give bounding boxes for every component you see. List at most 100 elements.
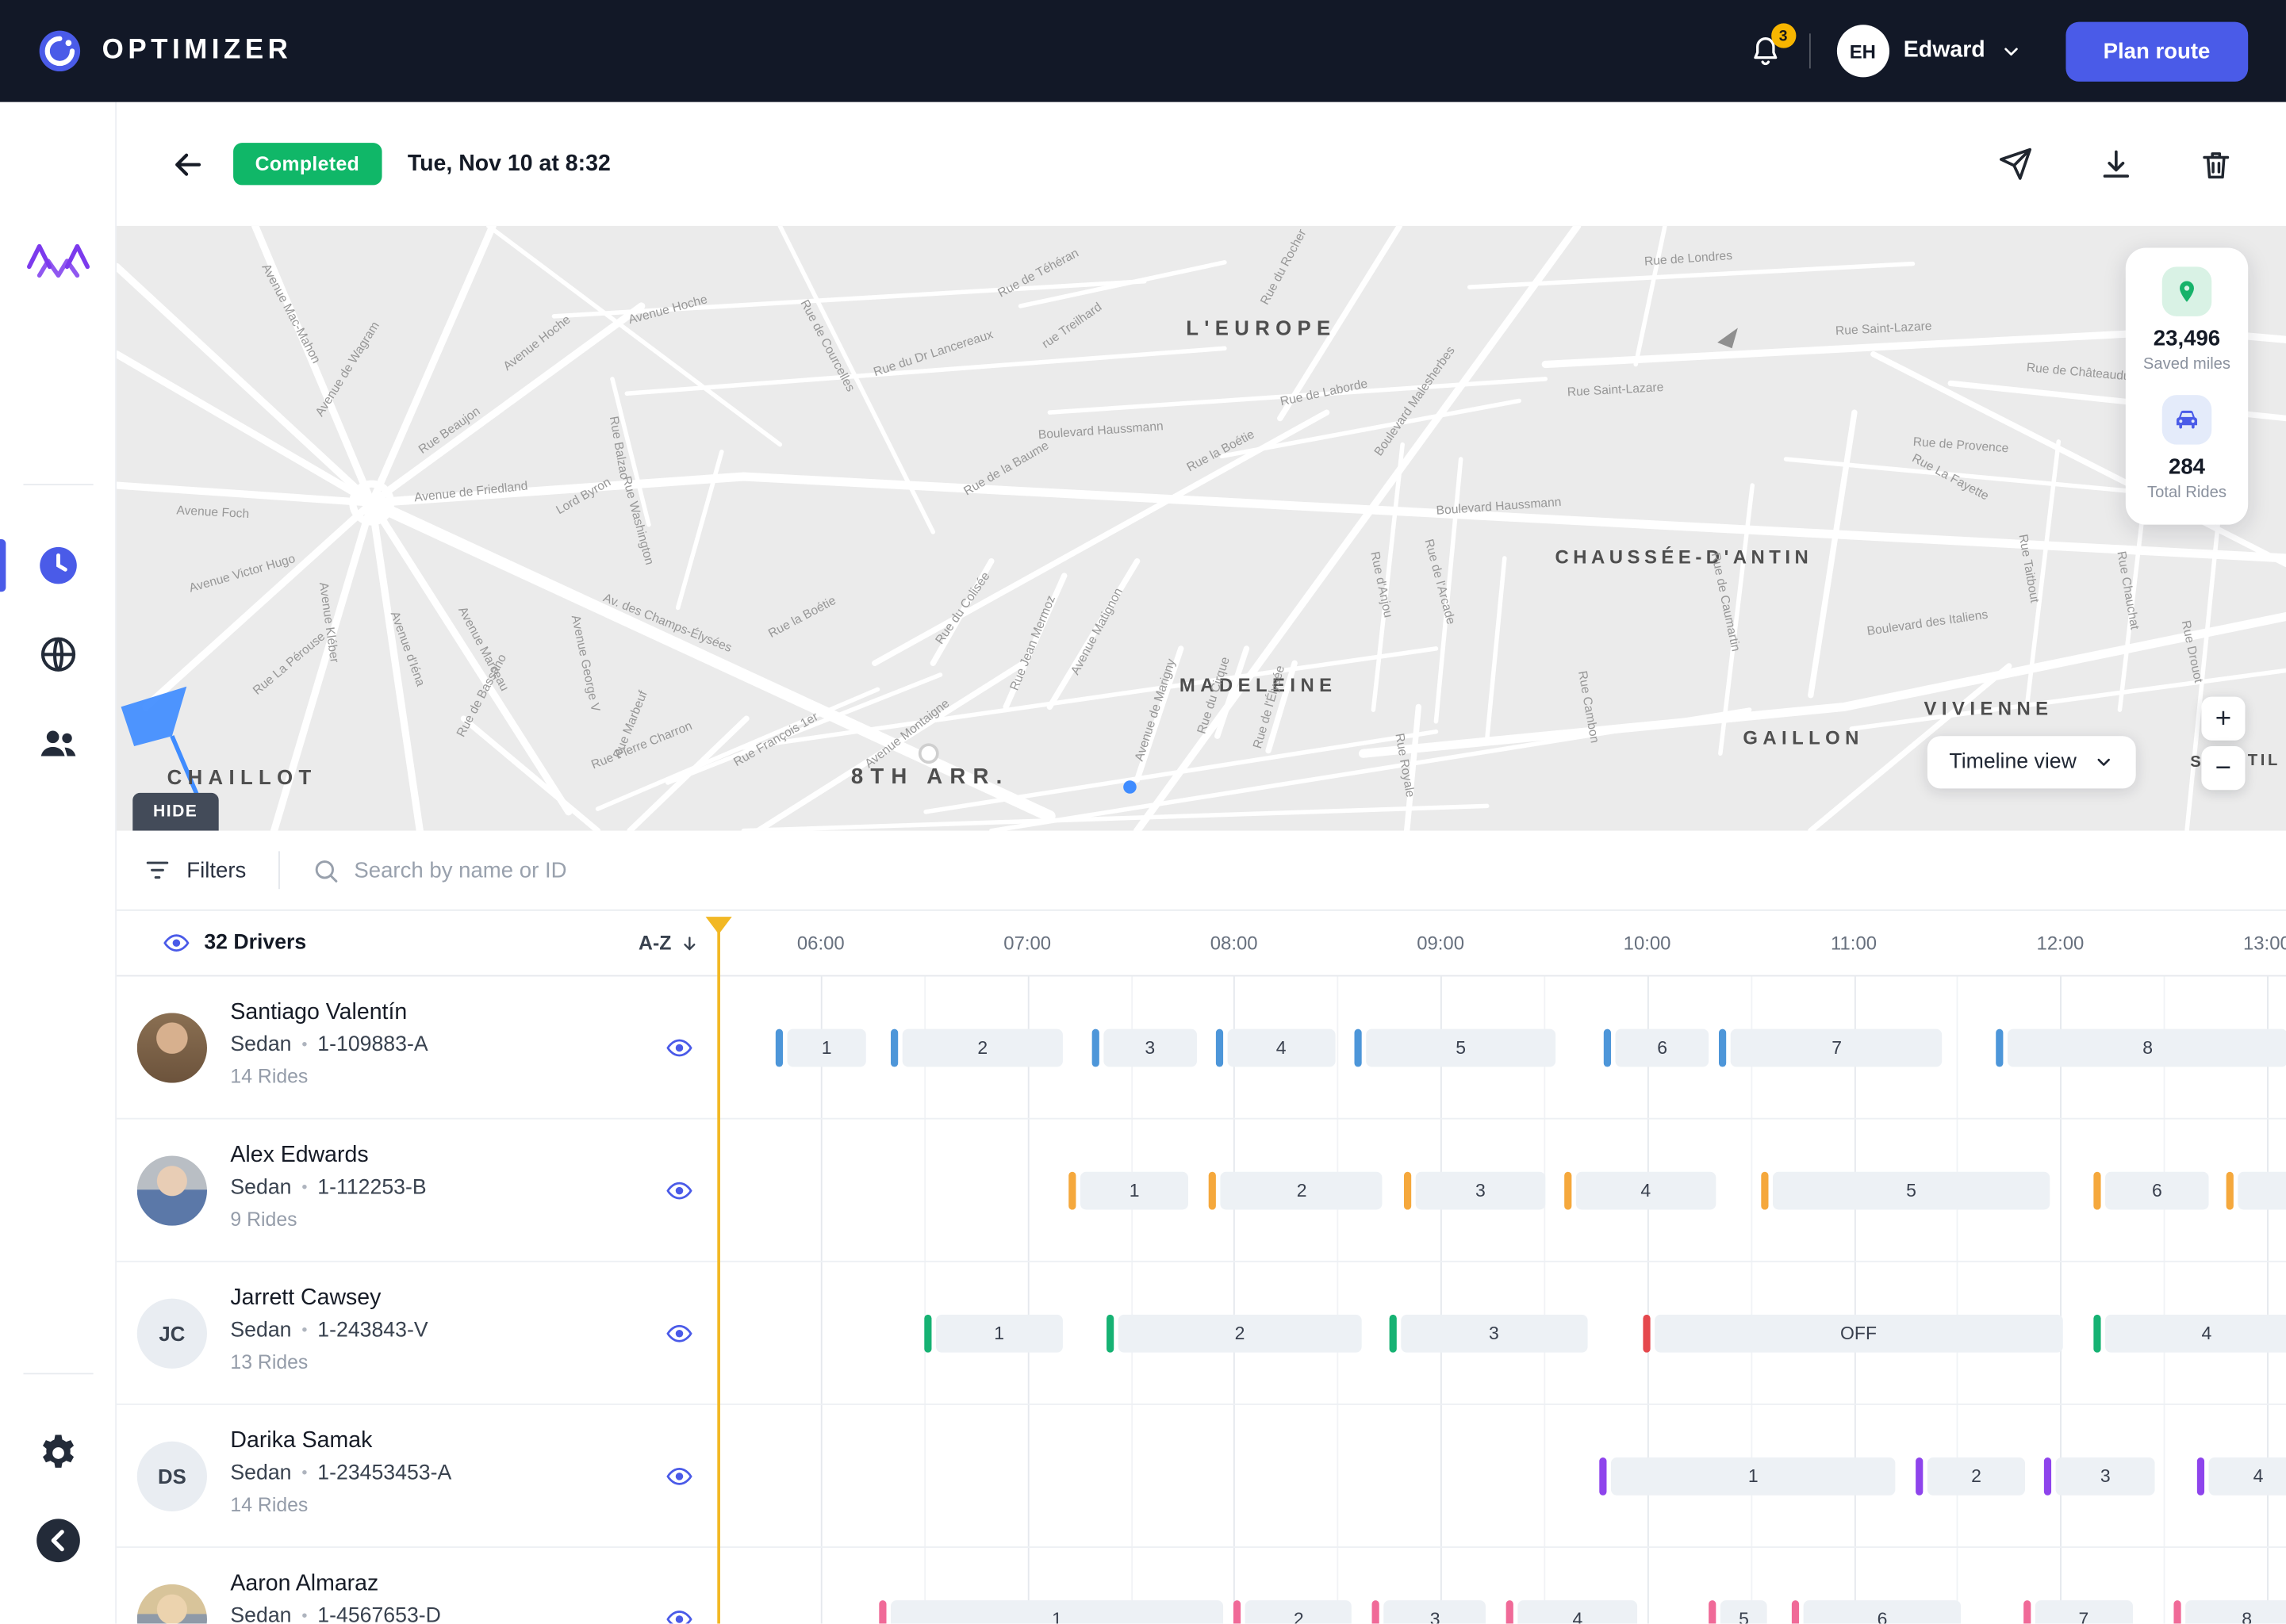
ride-segment[interactable]: 1 (1600, 1457, 1895, 1496)
search-icon (312, 856, 339, 884)
delete-button[interactable] (2199, 147, 2234, 182)
ride-segment[interactable]: 1 (924, 1315, 1062, 1353)
ride-segment[interactable]: 4 (2093, 1315, 2286, 1353)
route-header: Completed Tue, Nov 10 at 8:32 (117, 102, 2286, 226)
ride-segment[interactable]: 2 (1916, 1457, 2025, 1496)
ride-segment-label: 2 (1221, 1172, 1383, 1210)
ride-segment-label: 1 (1080, 1172, 1188, 1210)
sidebar-divider-bottom (23, 1373, 93, 1374)
ride-segment[interactable]: 3 (1091, 1029, 1197, 1067)
ride-segment[interactable]: 1 (1068, 1172, 1188, 1210)
ride-segment[interactable]: 2 (891, 1029, 1062, 1067)
user-menu[interactable]: EH Edward (1836, 25, 2021, 77)
saved-miles-label: Saved miles (2143, 354, 2230, 375)
topbar-right: 3 EH Edward Plan route (1747, 21, 2248, 81)
ride-segment[interactable]: 6 (1792, 1600, 1962, 1623)
ride-segment-label: 8 (2185, 1600, 2286, 1623)
hour-label: 07:00 (1003, 932, 1051, 954)
filters-label: Filters (186, 858, 246, 883)
download-button[interactable] (2098, 146, 2134, 182)
ride-segment-label (2237, 1172, 2285, 1210)
sidebar-item-settings[interactable] (25, 1426, 90, 1481)
sidebar-item-timeline[interactable] (25, 538, 90, 593)
ride-segment[interactable]: 4 (1215, 1029, 1335, 1067)
notifications-button[interactable]: 3 (1747, 33, 1782, 68)
chevron-down-icon (2094, 752, 2115, 772)
driver-timeline: 12345 67 8 (117, 976, 2286, 1117)
filter-divider (278, 851, 280, 889)
ride-segment[interactable] (2226, 1172, 2286, 1210)
ride-segment[interactable]: 4 (1506, 1600, 1636, 1623)
ride-segment[interactable]: 6 (1604, 1029, 1709, 1067)
ride-segment[interactable]: 5 (1761, 1172, 2050, 1210)
ride-segment[interactable]: 7 (1720, 1029, 1943, 1067)
ride-segment[interactable]: 5 (1354, 1029, 1556, 1067)
back-button[interactable] (169, 145, 207, 183)
ride-segment-marker (2093, 1315, 2100, 1353)
sidebar-item-collapse[interactable] (25, 1513, 90, 1568)
ride-segment-label: 1 (936, 1315, 1063, 1353)
ride-segment[interactable]: 8 (1996, 1029, 2286, 1067)
send-button[interactable] (1997, 146, 2034, 182)
ride-segment-marker (879, 1600, 886, 1623)
hour-label: 13:00 (2243, 932, 2286, 954)
driver-row[interactable]: JCJarrett CawseySedan•1-243843-V13 Rides… (117, 1262, 2286, 1405)
driver-row[interactable]: Santiago ValentínSedan•1-109883-A14 Ride… (117, 976, 2286, 1119)
ride-segment[interactable]: 4 (2196, 1457, 2286, 1496)
ride-segment-label: 4 (1576, 1172, 1715, 1210)
ride-segment[interactable]: 8 (2174, 1600, 2286, 1623)
sidebar-item-routes[interactable] (25, 626, 90, 682)
ride-segment[interactable]: 6 (2093, 1172, 2209, 1210)
ride-segment[interactable]: 3 (2044, 1457, 2156, 1496)
hour-label: 10:00 (1624, 932, 1671, 954)
driver-rows: Santiago ValentínSedan•1-109883-A14 Ride… (117, 976, 2286, 1623)
sort-control[interactable]: A-Z (639, 932, 699, 954)
ride-segment[interactable]: 5 (1709, 1600, 1767, 1623)
ride-segment-marker (775, 1029, 782, 1067)
sidebar-logo-icon (24, 230, 91, 298)
driver-timeline: 1234 5 6 7 8 (117, 1548, 2286, 1624)
driver-rows-list: Santiago ValentínSedan•1-109883-A14 Ride… (117, 976, 2286, 1623)
filters-button[interactable]: Filters (143, 856, 246, 885)
plan-route-button[interactable]: Plan route (2065, 21, 2248, 81)
ride-segment-label: 3 (1401, 1315, 1587, 1353)
ride-segment-marker (1600, 1457, 1607, 1496)
hour-label: 06:00 (797, 932, 845, 954)
driver-row[interactable]: Aaron AlmarazSedan•1-4567653-D12345678 (117, 1548, 2286, 1624)
ride-segment-marker (1996, 1029, 2004, 1067)
hide-map-button[interactable]: HIDE (132, 793, 218, 831)
ride-segment[interactable]: 2 (1234, 1600, 1352, 1623)
ride-segment-label: 5 (1773, 1172, 2050, 1210)
ride-segment-label: 6 (2105, 1172, 2209, 1210)
ride-segment-label: 4 (2208, 1457, 2286, 1496)
ride-segment[interactable]: 3 (1372, 1600, 1486, 1623)
view-mode-dropdown[interactable]: Timeline view (1927, 736, 2136, 788)
total-rides-label: Total Rides (2147, 483, 2227, 504)
ride-segment[interactable]: 1 (879, 1600, 1224, 1623)
ride-segment-marker (1761, 1172, 1768, 1210)
route-actions (1997, 146, 2234, 182)
ride-segment[interactable]: 1 (775, 1029, 866, 1067)
hour-label: 11:00 (1831, 932, 1877, 954)
back-circle-icon (33, 1516, 82, 1565)
ride-segment[interactable]: 4 (1564, 1172, 1715, 1210)
zoom-in-button[interactable]: + (2201, 697, 2245, 741)
search-box (312, 856, 2260, 884)
driver-row[interactable]: Alex EdwardsSedan•1-112253-B9 Rides12345… (117, 1120, 2286, 1262)
drivers-count-group: 32 Drivers (162, 929, 306, 958)
ride-segment[interactable]: 2 (1106, 1315, 1362, 1353)
ride-segment[interactable]: 3 (1389, 1315, 1587, 1353)
sidebar-item-drivers[interactable] (25, 715, 90, 771)
ride-segment[interactable]: 3 (1403, 1172, 1546, 1210)
search-input[interactable] (354, 858, 1083, 883)
ride-segment[interactable]: OFF (1643, 1315, 2062, 1353)
app: OPTIMIZER 3 EH Edward Plan route (0, 0, 2286, 1624)
map-canvas[interactable]: L'EUROPECHAUSSÉE-D'ANTINMADELEINE8TH ARR… (117, 226, 2286, 831)
zoom-out-button[interactable]: − (2201, 746, 2245, 790)
ride-segment-marker (1564, 1172, 1571, 1210)
ride-segment[interactable]: 7 (2023, 1600, 2133, 1623)
ride-segment[interactable]: 2 (1209, 1172, 1383, 1210)
ride-segment-label: 2 (903, 1029, 1062, 1067)
filter-icon (143, 856, 172, 885)
driver-row[interactable]: DSDarika SamakSedan•1-23453453-A14 Rides… (117, 1405, 2286, 1548)
